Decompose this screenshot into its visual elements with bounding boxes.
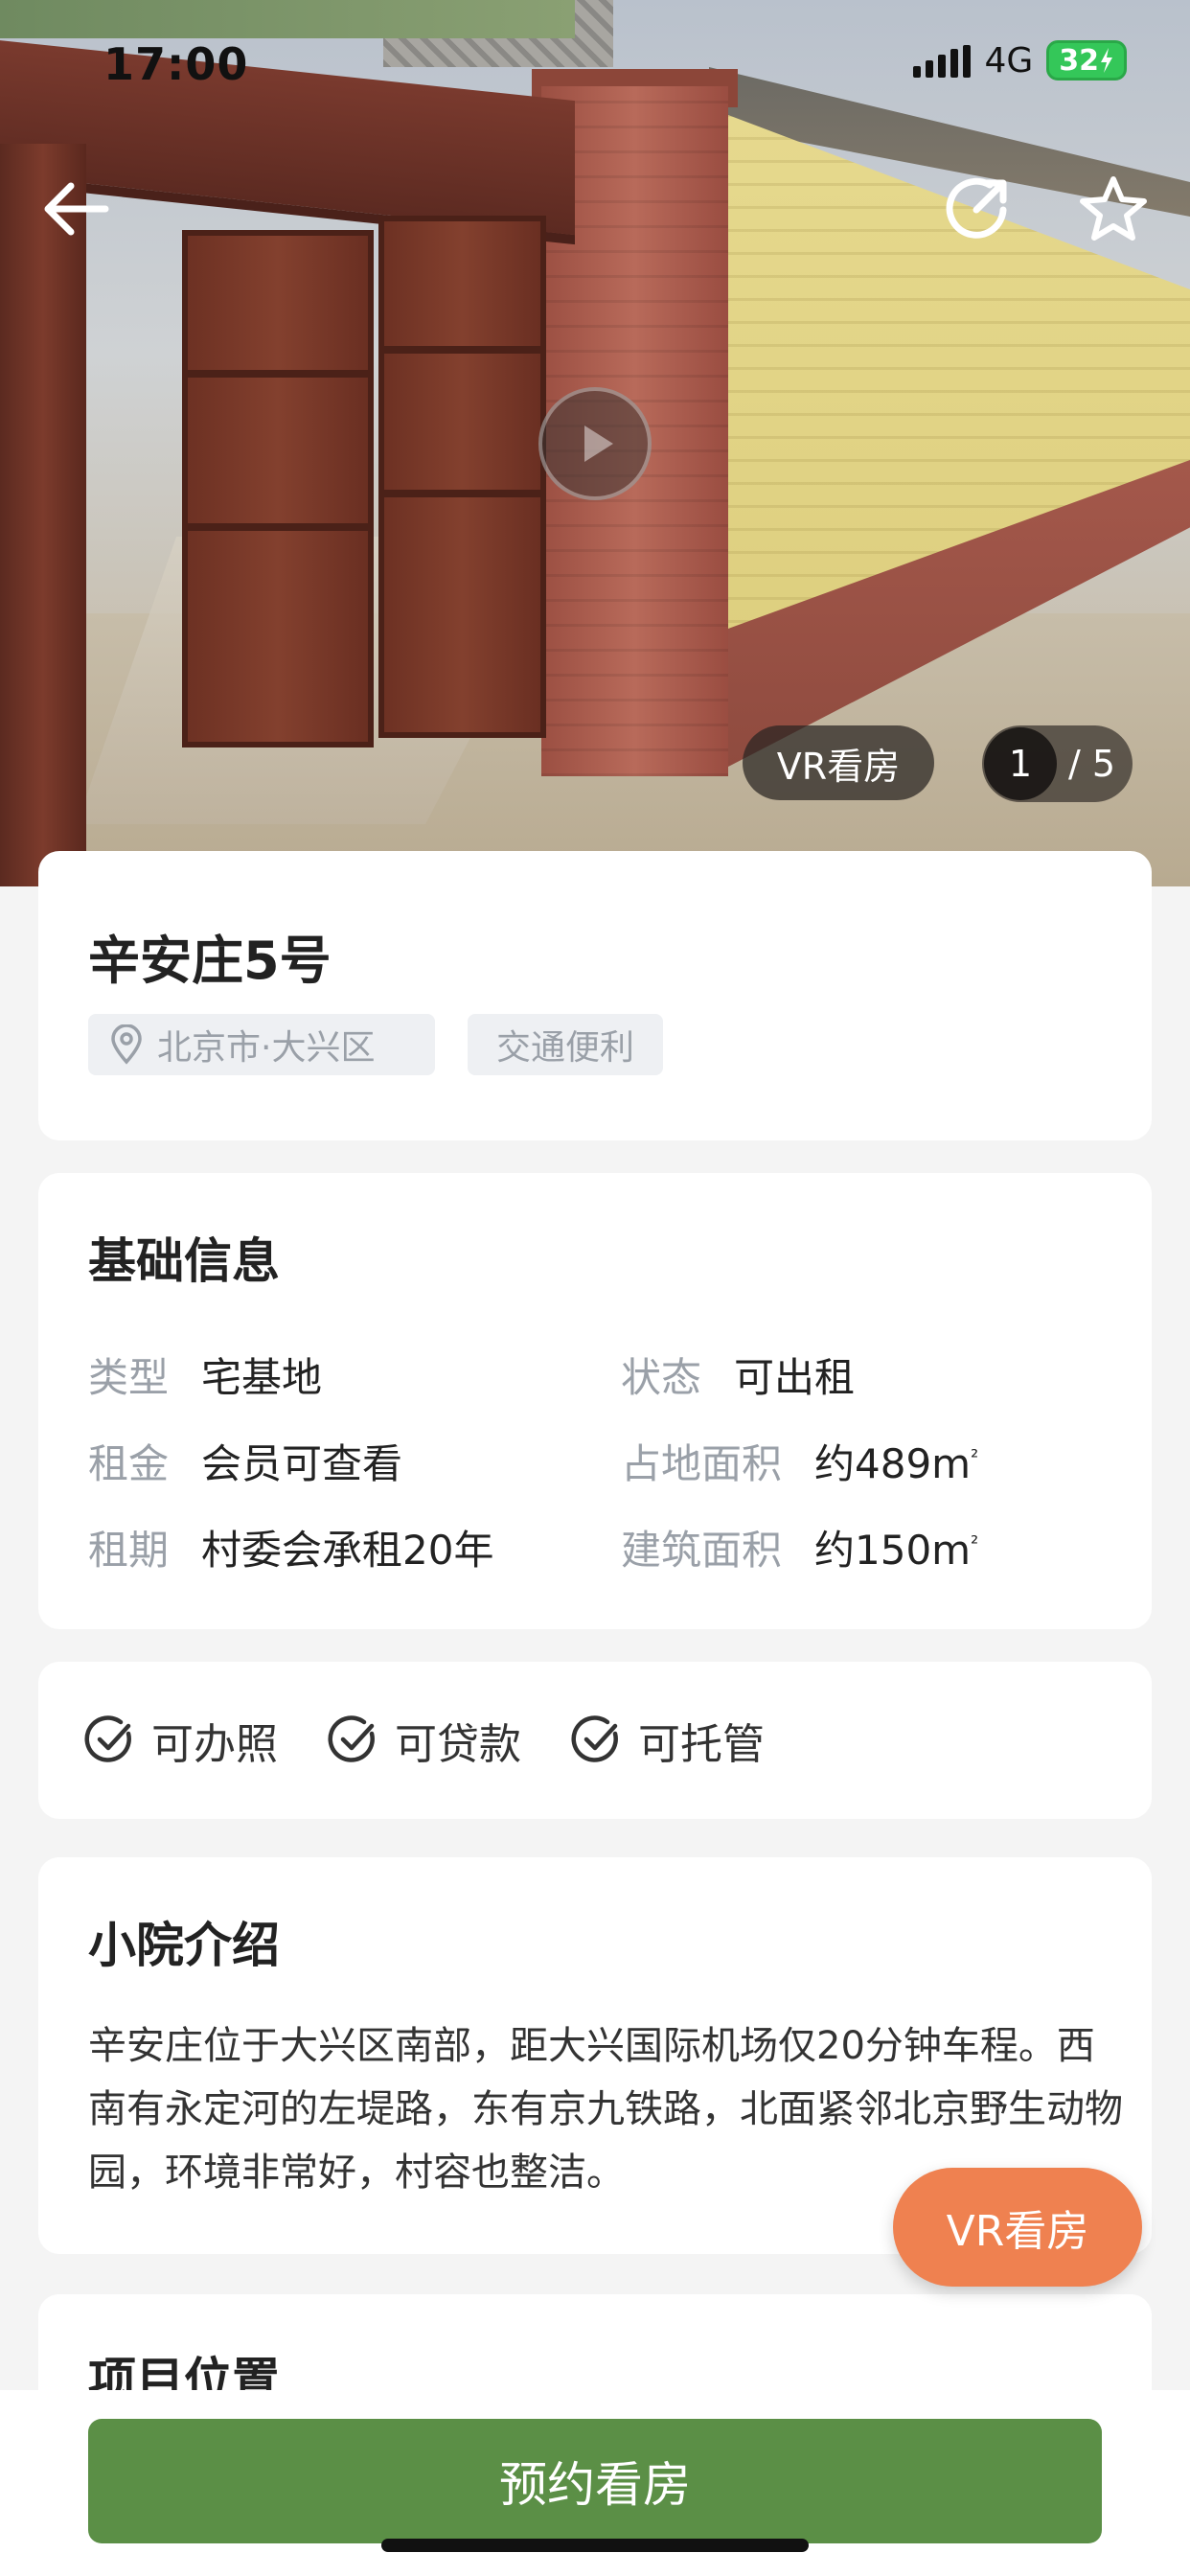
gate-door-left [182,230,374,748]
image-index: 1 [984,727,1057,800]
info-label: 租期 [88,1527,170,1574]
feature-license: 可办照 [84,1710,278,1771]
play-video-button[interactable] [538,387,652,500]
check-circle-icon [328,1714,379,1766]
location-tag-label: 北京市·大兴区 [157,1028,376,1068]
property-title-card: 辛安庄5号 北京市·大兴区 交通便利 [38,851,1152,1140]
info-row-term: 租期 村委会承租20年 [88,1518,493,1576]
back-arrow-icon[interactable] [38,171,115,247]
hero-image[interactable]: 17:00 4G 32 VR看房 1 / 5 [0,0,1190,886]
gate-door-right [378,216,546,738]
image-counter-separator: / [1068,743,1081,785]
vr-tour-chip[interactable]: VR看房 [743,725,934,800]
network-type: 4G [984,40,1034,80]
image-total: 5 [1091,743,1115,785]
location-tag[interactable]: 北京市·大兴区 [88,1014,435,1075]
status-indicators: 4G 32 [913,40,1127,80]
info-row-building-area: 建筑面积 约150m² [621,1518,978,1576]
info-label: 状态 [621,1354,702,1401]
charging-bolt-icon [1101,48,1112,73]
image-counter: 1 / 5 [982,725,1133,802]
vr-tour-floating-button[interactable]: VR看房 [893,2168,1142,2287]
info-value: 村委会承租20年 [201,1527,494,1574]
feature-loan: 可贷款 [328,1710,521,1771]
favorite-star-icon[interactable] [1075,171,1152,247]
info-value: 会员可查看 [201,1440,403,1487]
feature-custody: 可托管 [571,1710,765,1771]
intro-title: 小院介绍 [88,1918,280,1973]
unit-superscript: ² [971,1531,979,1554]
feature-tag: 交通便利 [468,1014,663,1075]
battery-level: 32 [1059,43,1099,78]
info-label: 建筑面积 [621,1527,783,1574]
feature-label: 可托管 [638,1720,765,1769]
info-value: 约489m² [814,1440,979,1487]
property-title: 辛安庄5号 [88,931,332,991]
feature-label: 可办照 [151,1720,278,1769]
location-pin-icon [109,1024,144,1065]
info-label: 租金 [88,1440,170,1487]
page: 17:00 4G 32 VR看房 1 / 5 辛安庄5号 北京市·大兴区 交通便… [0,0,1190,2576]
book-viewing-button[interactable]: 预约看房 [88,2419,1102,2543]
info-value: 可出租 [734,1354,856,1401]
info-row-status: 状态 可出租 [621,1346,855,1404]
battery-icon: 32 [1046,40,1127,80]
info-row-type: 类型 宅基地 [88,1346,322,1404]
info-row-land-area: 占地面积 约489m² [621,1432,978,1490]
basic-info-title: 基础信息 [88,1233,280,1289]
unit-superscript: ² [971,1445,979,1468]
info-label: 类型 [88,1354,170,1401]
check-circle-icon [84,1714,136,1766]
home-indicator [381,2539,809,2552]
check-circle-icon [571,1714,623,1766]
play-icon [584,426,613,462]
feature-label: 可贷款 [395,1720,521,1769]
status-time: 17:00 [103,38,249,90]
info-value: 宅基地 [201,1354,323,1401]
basic-info-card: 基础信息 类型 宅基地 状态 可出租 租金 会员可查看 占地面积 约489m² … [38,1173,1152,1629]
info-value: 约150m² [814,1527,979,1574]
info-row-rent: 租金 会员可查看 [88,1432,402,1490]
features-card: 可办照 可贷款 可托管 [38,1662,1152,1819]
share-icon[interactable] [939,171,1016,247]
info-label: 占地面积 [621,1440,783,1487]
signal-icon [913,43,972,78]
